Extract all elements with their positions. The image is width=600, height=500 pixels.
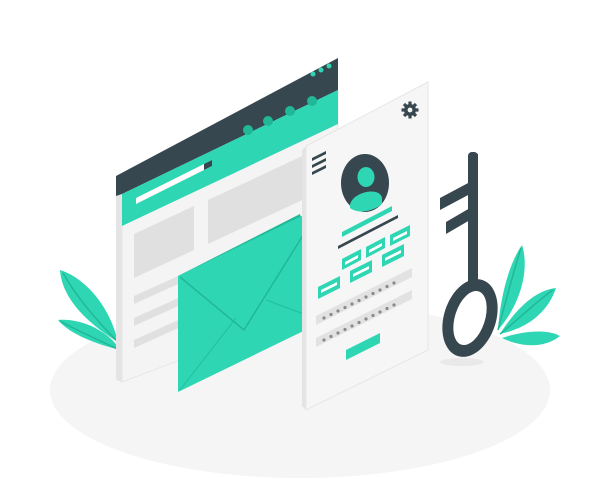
- window-dot: [310, 71, 316, 77]
- right-plant: [497, 245, 560, 346]
- nav-dot: [285, 106, 295, 116]
- security-illustration: [0, 0, 600, 500]
- illustration-canvas: [50, 58, 560, 478]
- nav-dot: [243, 125, 253, 135]
- nav-dot: [307, 96, 317, 106]
- window-dot: [326, 63, 332, 69]
- gear-icon: [401, 101, 419, 119]
- key-icon: [440, 152, 498, 366]
- window-dot: [318, 67, 324, 73]
- user-avatar-icon: [341, 154, 389, 212]
- nav-dot: [263, 116, 273, 126]
